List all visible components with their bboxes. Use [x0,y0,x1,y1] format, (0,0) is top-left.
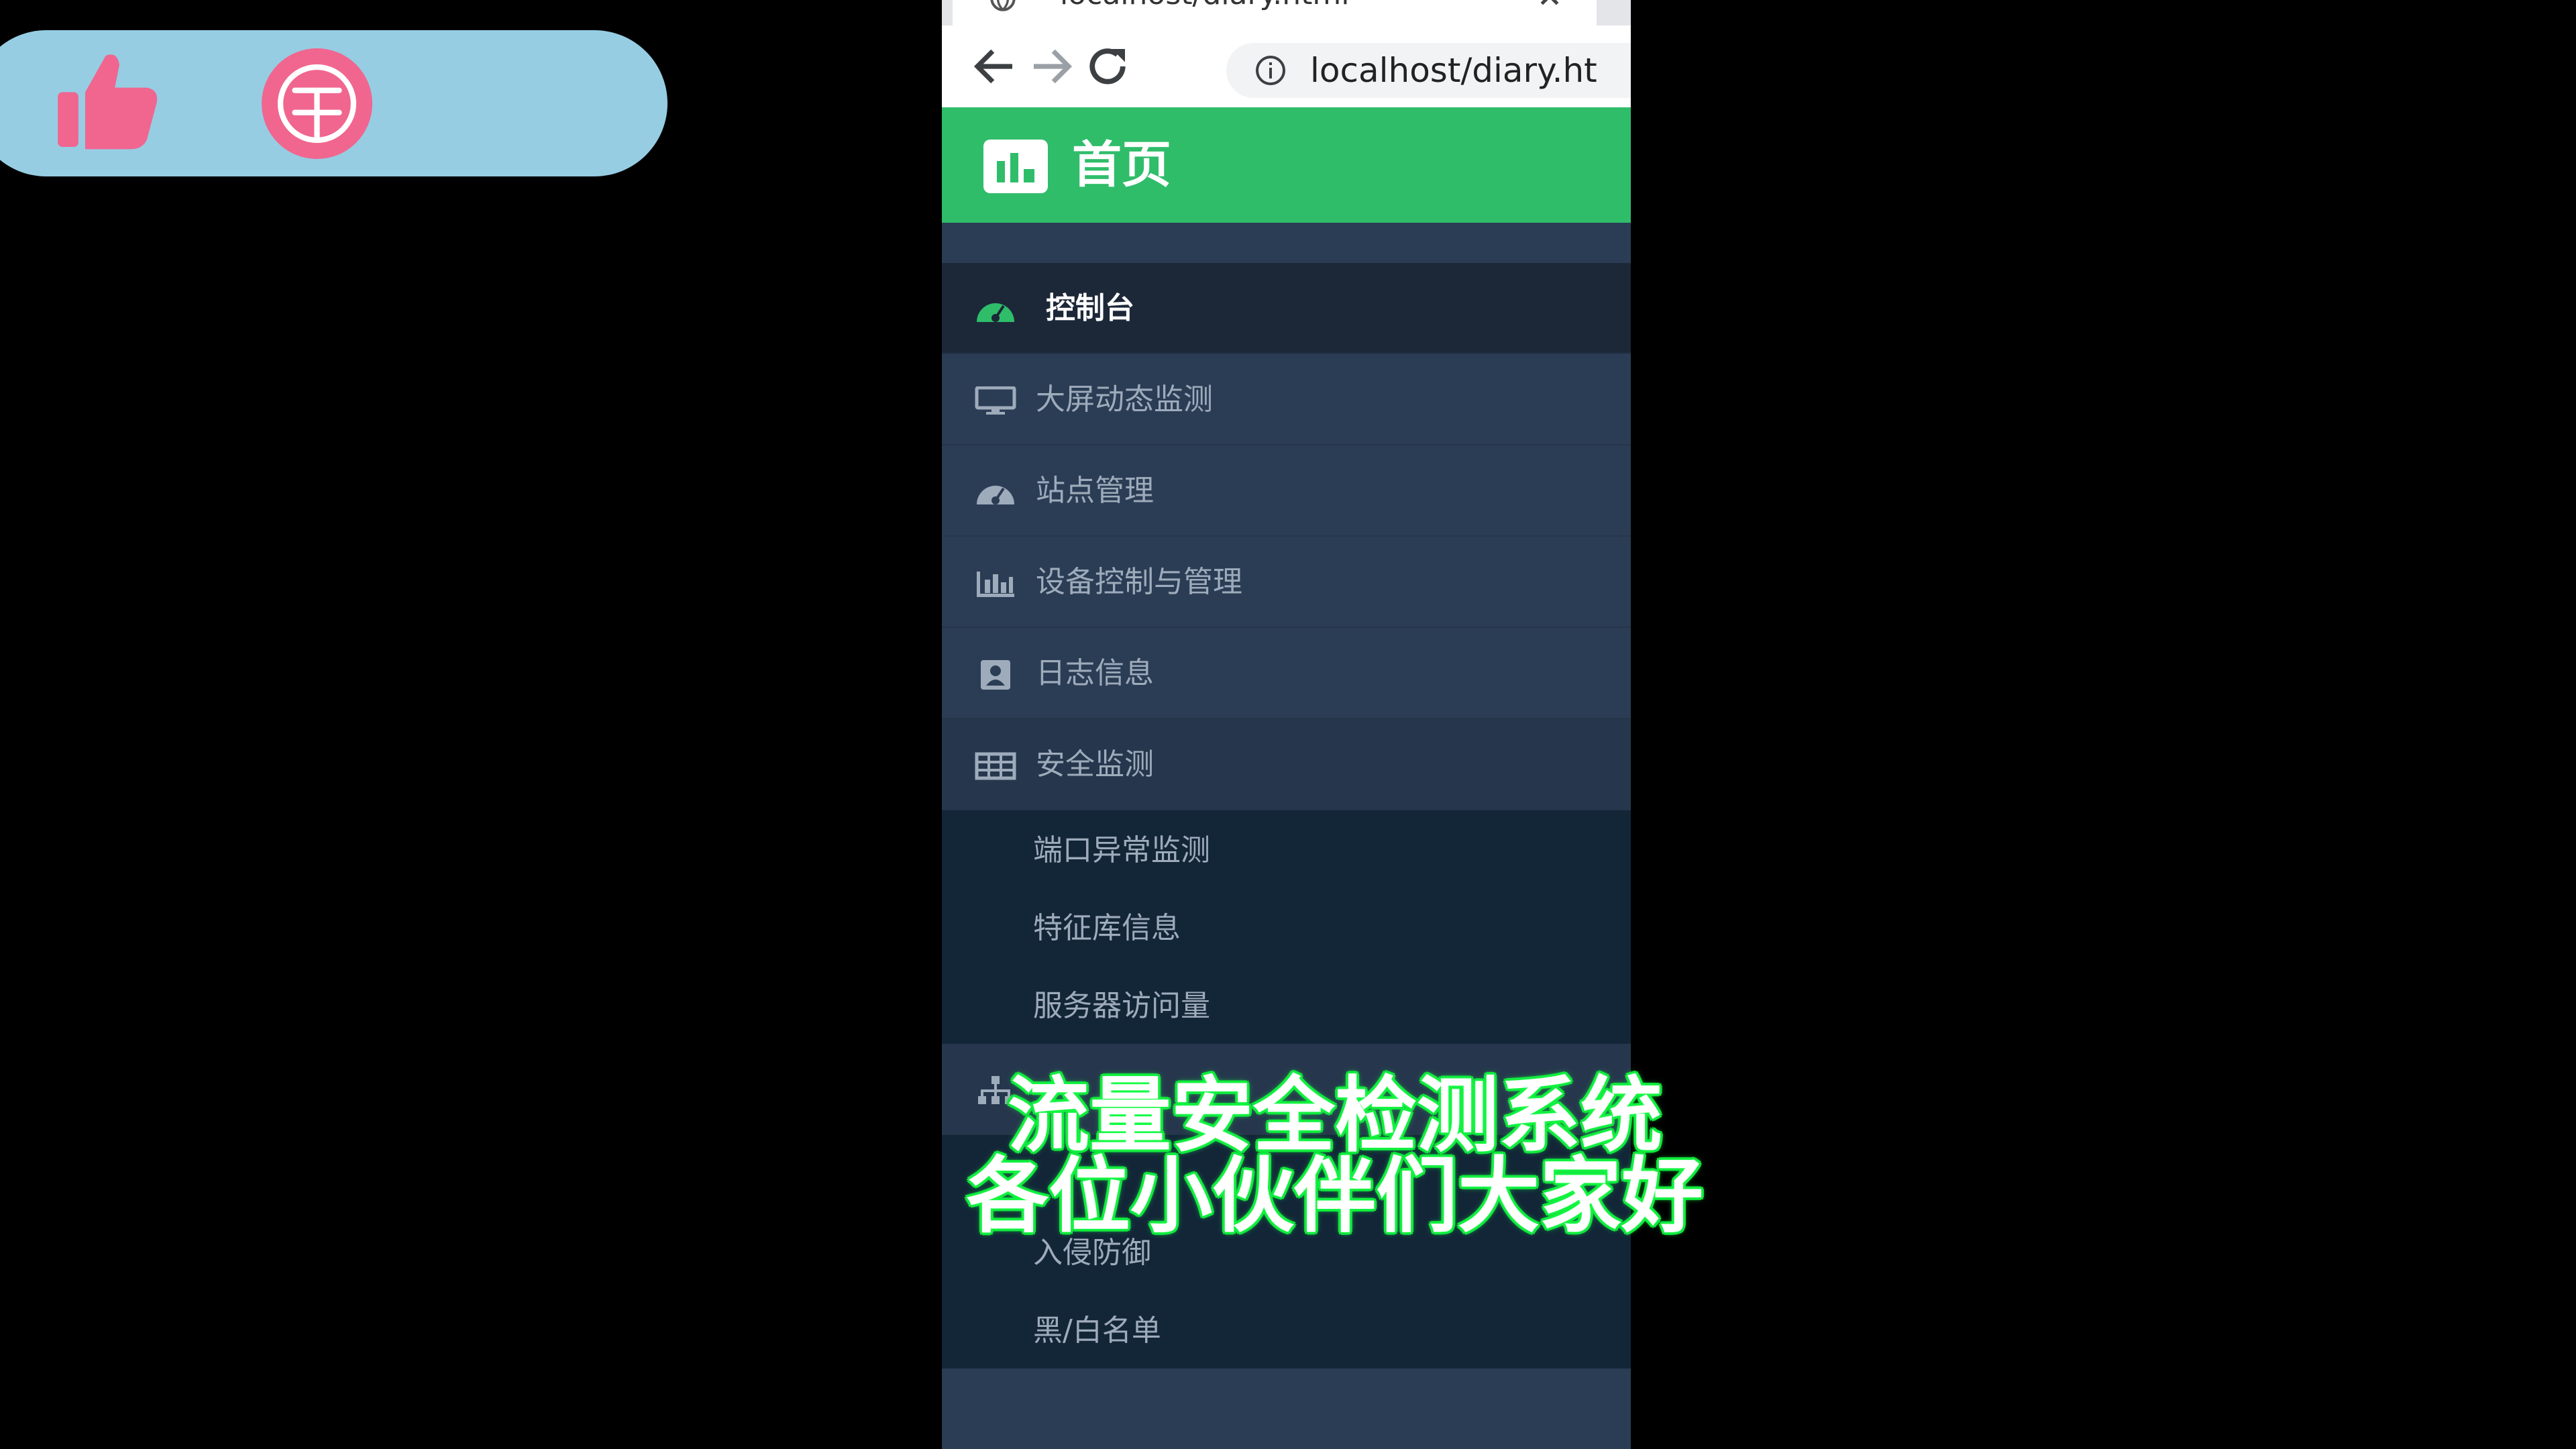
sidebar-item-label: 安全监测 [1036,747,1154,782]
sidebar-item-log-info[interactable]: 日志信息 [942,628,1631,719]
info-icon[interactable] [1254,54,1287,87]
address-bar[interactable]: localhost/diary.ht [1226,43,1631,98]
bar-chart-icon [977,572,1014,597]
sidebar-item-security-monitor[interactable]: 安全监测 [942,719,1631,810]
url-text: localhost/diary.ht [1310,51,1597,90]
sidebar-item-device-control[interactable]: 设备控制与管理 [942,537,1631,628]
app-header: 首页 [942,107,1631,223]
submenu-item-label: 服务器访问量 [1033,989,1210,1023]
back-arrow-icon[interactable] [969,40,1021,93]
forward-arrow-icon[interactable] [1025,40,1077,93]
submenu-item-signature-db[interactable]: 特征库信息 [942,888,1631,966]
submenu-item-label: 黑/白名单 [1033,1313,1161,1348]
security-submenu: 端口异常监测 特征库信息 服务器访问量 [942,810,1631,1044]
dashboard-icon [977,303,1014,322]
sidebar-item-site-management[interactable]: 站点管理 [942,445,1631,537]
bar-chart-icon [983,140,1048,193]
submenu-item-port-anomaly[interactable]: 端口异常监测 [942,810,1631,888]
tab-title: localhost/diary.html [1060,0,1350,11]
sidebar-item-big-screen[interactable]: 大屏动态监测 [942,354,1631,445]
sidebar-item-label: 控制台 [1046,291,1134,325]
browser-toolbar: localhost/diary.ht [942,25,1631,107]
contact-card-icon [981,660,1010,690]
dashboard-icon [977,486,1014,504]
submenu-item-label: 端口异常监测 [1033,833,1210,867]
submenu-item-label: 特征库信息 [1033,911,1181,945]
sidebar-item-label: 站点管理 [1036,474,1154,508]
sidebar: 控制台 大屏动态监测 站点管理 设备控制与管理 日志信息 安全监测 端口异常监测… [942,223,1631,1449]
submenu-item-black-white-list[interactable]: 黑/白名单 [942,1291,1631,1368]
sidebar-item-label: 日志信息 [1036,656,1154,690]
reload-icon[interactable] [1081,40,1134,93]
browser-tabstrip: localhost/diary.html [942,0,1631,25]
globe-icon [990,0,1016,11]
subtitle-line-2: 各位小伙伴们大家好 [967,1148,1703,1244]
browser-tab[interactable]: localhost/diary.html [953,0,1597,25]
sidebar-item-label: 大屏动态监测 [1036,382,1213,417]
subtitle-line-1: 流量安全检测系统 [1008,1068,1662,1163]
monitor-icon [975,386,1016,415]
table-icon [975,752,1016,780]
sidebar-item-console[interactable]: 控制台 [942,263,1631,354]
submenu-item-server-traffic[interactable]: 服务器访问量 [942,966,1631,1044]
sidebar-item-label: 设备控制与管理 [1036,565,1242,599]
thumbs-up-icon[interactable] [51,44,165,158]
page-title: 首页 [1072,136,1171,194]
coin-icon[interactable] [262,48,372,159]
close-icon[interactable] [1536,0,1563,9]
